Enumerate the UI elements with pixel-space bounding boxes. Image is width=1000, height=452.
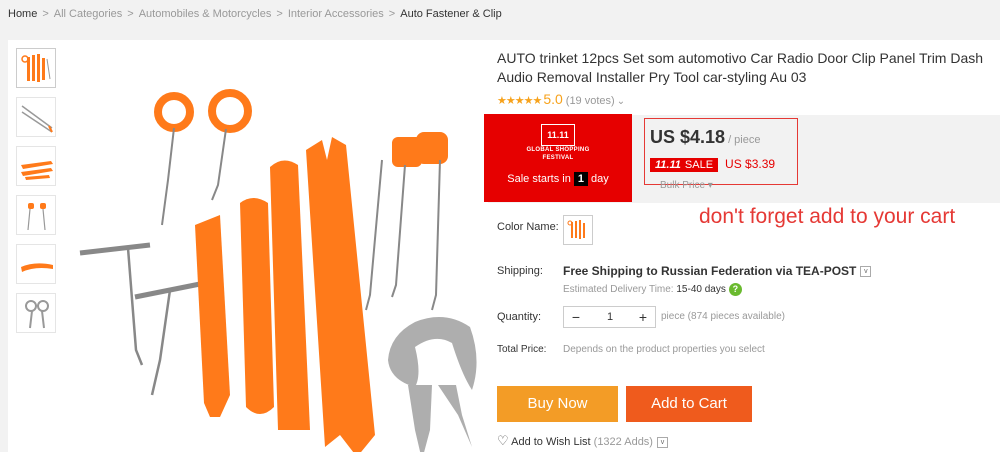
rating-stars-icon: ★★★★★ (497, 95, 542, 107)
sale-price: US $3.39 (725, 157, 776, 171)
sale-days-count: 1 (573, 172, 588, 186)
bulk-price-dropdown[interactable]: Bulk Price ▾ (660, 180, 713, 191)
thumbnail-6[interactable] (16, 293, 56, 333)
price-box: US $4.18/ piece 11.11 SALE US $3.39 (644, 118, 798, 185)
quantity-decrease-button[interactable]: − (564, 307, 588, 327)
main-product-image[interactable] (70, 85, 480, 452)
shipping-value: Free Shipping to Russian Federation via … (563, 264, 857, 278)
delivery-label: Estimated Delivery Time: (563, 284, 674, 296)
trim-tool-thumbnail-image (21, 263, 53, 272)
breadcrumb-home[interactable]: Home (8, 8, 37, 20)
tool-set-thumbnail-image (21, 54, 51, 82)
sale-countdown: Sale starts in 1 day (484, 172, 632, 186)
delivery-days: 15-40 days (676, 284, 726, 296)
shipping-label: Shipping: (497, 265, 543, 277)
sale-event-label: 11.11 (655, 159, 681, 171)
wishlist[interactable]: ♡ Add to Wish List (1322 Adds) v (497, 433, 668, 449)
chevron-down-icon[interactable]: v (656, 436, 668, 448)
ring-tool-thumbnail-image (25, 300, 49, 329)
rating-score: 5.0 (543, 91, 563, 107)
color-label: Color Name: (497, 221, 559, 233)
thumbnail-5[interactable] (16, 244, 56, 284)
thumbnail-2[interactable] (16, 97, 56, 137)
sale-price-row: 11.11 SALE US $3.39 (650, 155, 775, 173)
chevron-down-icon[interactable]: ⌄ (617, 96, 625, 107)
quantity-availability: piece (874 pieces available) (661, 311, 785, 322)
breadcrumb-separator: > (276, 8, 283, 20)
quantity-stepper: − 1 + (563, 306, 656, 328)
breadcrumb: Home > All Categories > Automobiles & Motorc… (0, 0, 1000, 30)
product-title: AUTO trinket 12pcs Set som automotivo Ca… (497, 50, 984, 85)
product-tools-image (79, 89, 477, 452)
promo-line-1: GLOBAL SHOPPING (526, 147, 590, 153)
delivery-estimate: Estimated Delivery Time: 15-40 days? (563, 283, 742, 296)
buy-now-button[interactable]: Buy Now (497, 386, 618, 422)
sale-day-label: day (590, 173, 609, 185)
color-option-image (567, 220, 585, 239)
sale-label: SALE (684, 159, 714, 171)
chevron-down-icon[interactable]: v (860, 266, 872, 278)
quantity-input[interactable]: 1 (588, 307, 632, 327)
price-main: US $4.18/ piece (650, 127, 760, 148)
add-to-cart-button[interactable]: Add to Cart (626, 386, 752, 422)
breadcrumb-interior-accessories[interactable]: Interior Accessories (288, 8, 384, 20)
thumbnail-list (16, 48, 58, 342)
product-detail: AUTO trinket 12pcs Set som automotivo Ca… (8, 40, 1000, 452)
sale-starts-label: Sale starts in (507, 173, 571, 185)
price-unit: / piece (728, 134, 761, 146)
sale-badge: 11.11 SALE (650, 158, 719, 172)
pry-tools-thumbnail-image (21, 161, 53, 180)
promo-banner: 11.11 GLOBAL SHOPPING FESTIVAL Sale star… (484, 114, 632, 202)
product-info: AUTO trinket 12pcs Set som automotivo Ca… (484, 40, 1000, 452)
thumbnail-1[interactable] (16, 48, 56, 88)
color-option[interactable] (563, 215, 593, 245)
quantity-increase-button[interactable]: + (631, 307, 655, 327)
breadcrumb-auto-fastener[interactable]: Auto Fastener & Clip (400, 8, 502, 20)
rating-votes[interactable]: (19 votes) (566, 95, 615, 107)
thumbnail-4[interactable] (16, 195, 56, 235)
rating[interactable]: ★★★★★ 5.0 (19 votes) ⌄ (497, 91, 625, 107)
breadcrumb-automobiles[interactable]: Automobiles & Motorcycles (139, 8, 272, 20)
shipping-method[interactable]: Free Shipping to Russian Federation via … (563, 264, 872, 278)
breadcrumb-separator: > (42, 8, 49, 20)
quantity-label: Quantity: (497, 311, 542, 323)
hooks-thumbnail-image (21, 105, 53, 133)
breadcrumb-separator: > (388, 8, 396, 20)
hook-pullers-thumbnail-image (27, 203, 46, 231)
total-price-label: Total Price: (497, 344, 547, 355)
promo-overlay-text: don't forget add to your cart (699, 205, 956, 228)
help-icon[interactable]: ? (728, 283, 742, 296)
total-price-value: Depends on the product properties you se… (563, 344, 765, 355)
promo-line-2: FESTIVAL (542, 155, 574, 161)
breadcrumb-separator: > (127, 8, 134, 20)
breadcrumb-all-categories[interactable]: All Categories (54, 8, 122, 20)
heart-icon[interactable]: ♡ (497, 433, 509, 448)
wishlist-count: (1322 Adds) (593, 436, 653, 448)
price-amount: US $4.18 (650, 127, 726, 147)
festival-logo: 11.11 (541, 124, 575, 146)
wishlist-label[interactable]: Add to Wish List (511, 436, 590, 448)
thumbnail-3[interactable] (16, 146, 56, 186)
